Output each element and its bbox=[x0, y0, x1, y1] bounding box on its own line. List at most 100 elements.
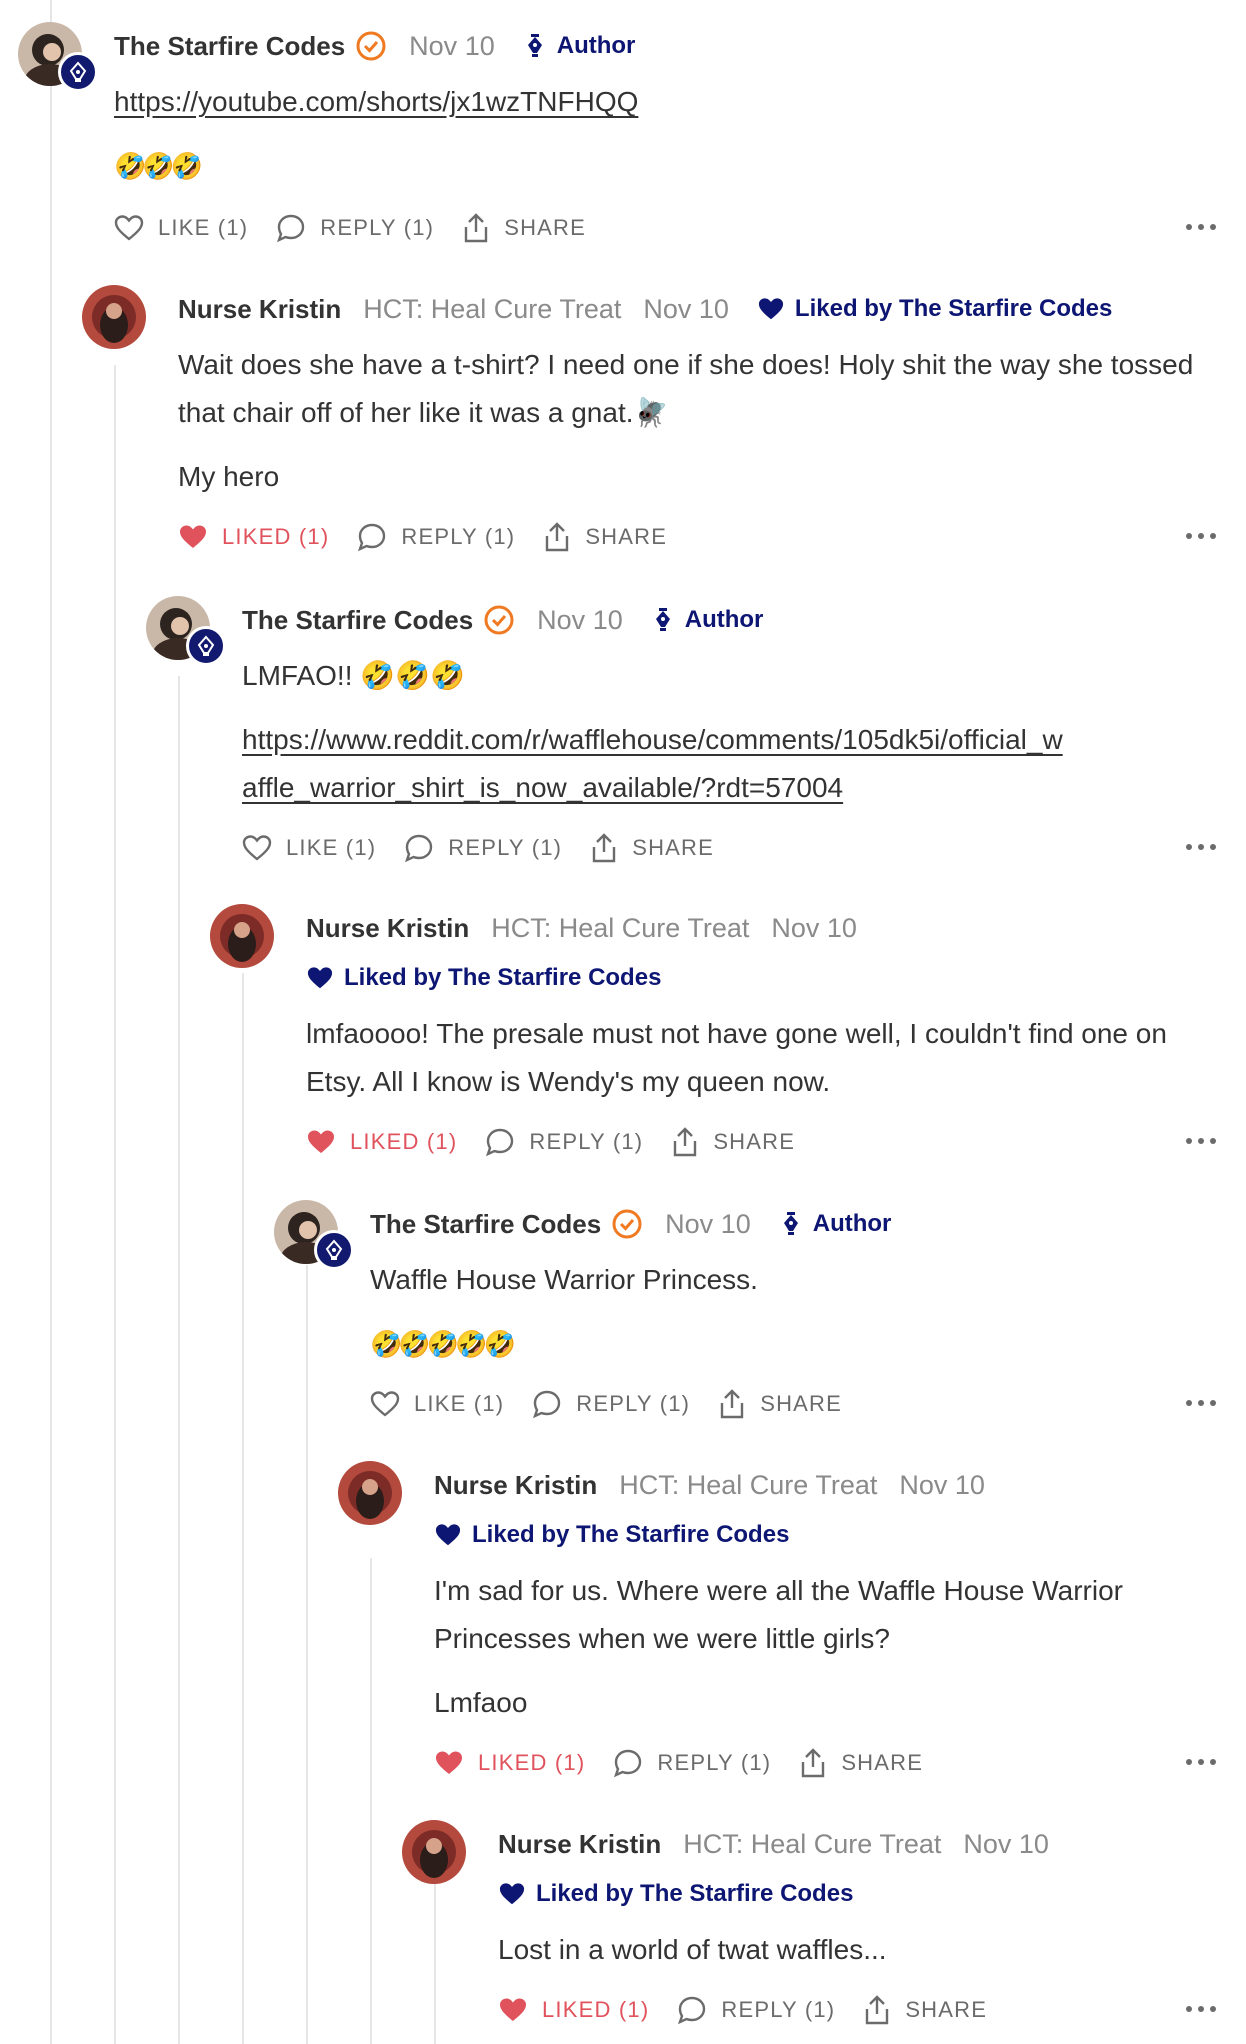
reply-button[interactable]: REPLY (1) bbox=[613, 1748, 771, 1778]
reply-button[interactable]: REPLY (1) bbox=[404, 833, 562, 863]
comment-body: Waffle House Warrior Princess. 🤣🤣🤣🤣🤣 bbox=[370, 1256, 1216, 1384]
avatar[interactable] bbox=[82, 285, 146, 349]
comment-body: LMFAO!! 🤣🤣🤣 https://www.reddit.com/r/waf… bbox=[242, 652, 1216, 828]
reply-label: REPLY (1) bbox=[721, 1997, 836, 2022]
comment: Nurse Kristin HCT: Heal Cure Treat Nov 1… bbox=[210, 904, 1216, 1164]
reply-button[interactable]: REPLY (1) bbox=[485, 1127, 643, 1157]
more-options-icon[interactable] bbox=[1186, 1747, 1216, 1777]
share-button[interactable]: SHARE bbox=[671, 1126, 795, 1158]
thread-line[interactable] bbox=[114, 365, 116, 2044]
more-options-icon[interactable] bbox=[1186, 1994, 1216, 2024]
more-options-icon[interactable] bbox=[1186, 521, 1216, 551]
liked-by-indicator: Liked by The Starfire Codes bbox=[306, 958, 661, 998]
avatar[interactable] bbox=[146, 596, 226, 666]
community-name[interactable]: HCT: Heal Cure Treat bbox=[363, 294, 621, 325]
more-options-icon[interactable] bbox=[1186, 1388, 1216, 1418]
comment: The Starfire Codes Nov 10 Author https:/… bbox=[18, 22, 1216, 244]
share-button[interactable]: SHARE bbox=[799, 1747, 923, 1779]
comment-link[interactable]: https://www.reddit.com/r/wafflehouse/com… bbox=[242, 724, 1063, 803]
reply-button[interactable]: REPLY (1) bbox=[276, 213, 434, 243]
share-label: SHARE bbox=[841, 1750, 924, 1775]
more-options-icon[interactable] bbox=[1186, 1126, 1216, 1156]
reply-label: REPLY (1) bbox=[448, 835, 563, 860]
heart-filled-icon bbox=[758, 298, 783, 320]
author-name[interactable]: Nurse Kristin bbox=[178, 294, 341, 325]
reply-button[interactable]: REPLY (1) bbox=[532, 1389, 690, 1419]
share-button[interactable]: SHARE bbox=[462, 212, 586, 244]
comment-date[interactable]: Nov 10 bbox=[665, 1209, 751, 1240]
share-icon bbox=[465, 213, 488, 243]
avatar[interactable] bbox=[402, 1820, 466, 1884]
reply-button[interactable]: REPLY (1) bbox=[677, 1995, 835, 2025]
avatar[interactable] bbox=[338, 1461, 402, 1525]
share-button[interactable]: SHARE bbox=[590, 832, 714, 864]
author-name[interactable]: The Starfire Codes bbox=[370, 1209, 601, 1240]
comment: Nurse Kristin HCT: Heal Cure Treat Nov 1… bbox=[402, 1820, 1216, 2040]
share-button[interactable]: SHARE bbox=[863, 1994, 987, 2026]
author-name[interactable]: Nurse Kristin bbox=[434, 1470, 597, 1501]
author-name[interactable]: The Starfire Codes bbox=[114, 31, 345, 62]
thread-line[interactable] bbox=[178, 676, 180, 2044]
emoji-text: 🤣🤣🤣 bbox=[114, 151, 203, 181]
pen-nib-icon bbox=[527, 34, 542, 57]
like-label: LIKED (1) bbox=[478, 1750, 586, 1775]
share-button[interactable]: SHARE bbox=[718, 1388, 842, 1420]
like-label: LIKE (1) bbox=[158, 215, 249, 240]
avatar-image bbox=[402, 1820, 466, 1884]
comment-header: Nurse Kristin HCT: Heal Cure Treat Nov 1… bbox=[498, 1820, 1049, 1868]
reply-button[interactable]: REPLY (1) bbox=[357, 522, 515, 552]
comment-date[interactable]: Nov 10 bbox=[643, 294, 729, 325]
avatar-image bbox=[82, 285, 146, 349]
avatar[interactable] bbox=[210, 904, 274, 968]
share-icon bbox=[546, 522, 569, 552]
comment-text: LMFAO!! 🤣🤣🤣 bbox=[242, 660, 465, 691]
like-button[interactable]: LIKED (1) bbox=[498, 1996, 649, 2024]
community-name[interactable]: HCT: Heal Cure Treat bbox=[491, 913, 749, 944]
author-badge: Author bbox=[781, 1210, 891, 1238]
pen-nib-icon bbox=[783, 1212, 798, 1235]
comment-header: Nurse Kristin HCT: Heal Cure Treat Nov 1… bbox=[306, 904, 857, 952]
share-label: SHARE bbox=[713, 1129, 796, 1154]
avatar[interactable] bbox=[274, 1200, 354, 1270]
comment-header: The Starfire Codes Nov 10 Author bbox=[370, 1200, 891, 1248]
share-label: SHARE bbox=[760, 1391, 843, 1416]
like-button[interactable]: LIKE (1) bbox=[114, 214, 248, 242]
more-options-icon[interactable] bbox=[1186, 832, 1216, 862]
avatar-image bbox=[210, 904, 274, 968]
community-name[interactable]: HCT: Heal Cure Treat bbox=[619, 1470, 877, 1501]
speech-bubble-icon bbox=[533, 1390, 561, 1419]
share-button[interactable]: SHARE bbox=[543, 521, 667, 553]
like-button[interactable]: LIKE (1) bbox=[242, 834, 376, 862]
avatar[interactable] bbox=[18, 22, 98, 92]
share-icon bbox=[866, 1995, 889, 2025]
liked-by-label: Liked by The Starfire Codes bbox=[344, 964, 662, 991]
like-button[interactable]: LIKED (1) bbox=[178, 523, 329, 551]
comment-body: Lost in a world of twat waffles... bbox=[498, 1926, 1216, 1990]
like-button[interactable]: LIKE (1) bbox=[370, 1390, 504, 1418]
comment-date[interactable]: Nov 10 bbox=[899, 1470, 985, 1501]
reply-label: REPLY (1) bbox=[401, 524, 516, 549]
emoji-text: 🤣🤣🤣🤣🤣 bbox=[370, 1329, 516, 1359]
more-options-icon[interactable] bbox=[1186, 212, 1216, 242]
comment-thread: The Starfire Codes Nov 10 Author https:/… bbox=[0, 0, 1246, 2044]
like-label: LIKED (1) bbox=[222, 524, 330, 549]
comment-date[interactable]: Nov 10 bbox=[537, 605, 623, 636]
comment-text: Waffle House Warrior Princess. bbox=[370, 1264, 758, 1295]
thread-line[interactable] bbox=[50, 0, 52, 2044]
reply-label: REPLY (1) bbox=[529, 1129, 644, 1154]
liked-by-label: Liked by The Starfire Codes bbox=[536, 1880, 854, 1907]
like-label: LIKED (1) bbox=[542, 1997, 650, 2022]
community-name[interactable]: HCT: Heal Cure Treat bbox=[683, 1829, 941, 1860]
comment-body: lmfaoooo! The presale must not have gone… bbox=[306, 1010, 1216, 1122]
heart-filled-icon bbox=[435, 1524, 461, 1546]
comment-date[interactable]: Nov 10 bbox=[963, 1829, 1049, 1860]
liked-by-indicator: Liked by The Starfire Codes bbox=[434, 1515, 789, 1555]
comment-link[interactable]: https://youtube.com/shorts/jx1wzTNFHQQ bbox=[114, 86, 638, 117]
author-name[interactable]: Nurse Kristin bbox=[306, 913, 469, 944]
comment-date[interactable]: Nov 10 bbox=[409, 31, 495, 62]
author-name[interactable]: Nurse Kristin bbox=[498, 1829, 661, 1860]
comment-date[interactable]: Nov 10 bbox=[771, 913, 857, 944]
like-button[interactable]: LIKED (1) bbox=[434, 1749, 585, 1777]
like-button[interactable]: LIKED (1) bbox=[306, 1128, 457, 1156]
author-name[interactable]: The Starfire Codes bbox=[242, 605, 473, 636]
